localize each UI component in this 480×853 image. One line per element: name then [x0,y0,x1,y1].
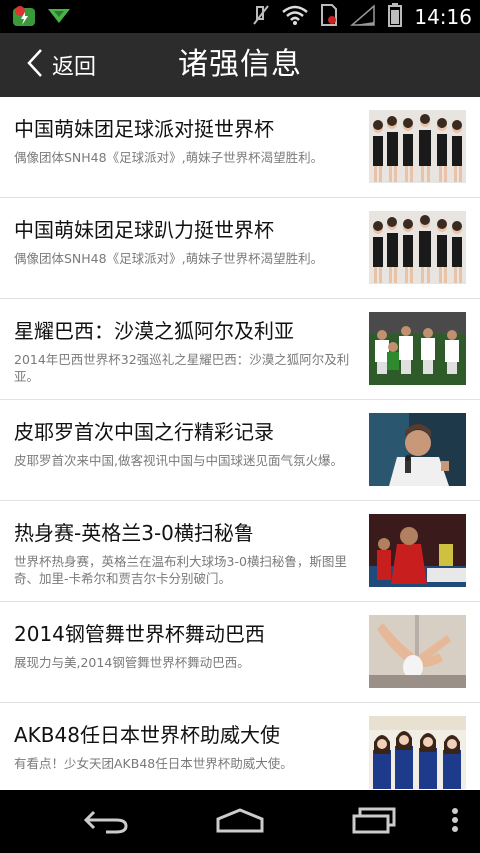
news-list[interactable]: 中国萌妹团足球派对挺世界杯 偶像团体SNH48《足球派对》,萌妹子世界杯渴望胜利… [0,97,480,790]
mute-icon [252,4,270,30]
more-vertical-icon [451,807,459,837]
news-description: 展现力与美,2014钢管舞世界杯舞动巴西。 [14,655,250,670]
clock: 14:16 [414,4,472,29]
wifi-icon [282,5,309,29]
nav-home-button[interactable] [204,790,276,853]
status-right-icons: 14:16 [252,0,472,33]
news-thumbnail[interactable] [369,716,466,789]
battery-icon [388,2,403,31]
news-description: 皮耶罗首次来中国,做客视讯中国与中国球迷见面气氛火爆。 [14,453,343,468]
news-title: 中国萌妹团足球派对挺世界杯 [14,117,274,141]
news-thumbnail[interactable] [369,615,466,688]
status-left-icons [12,5,72,31]
news-item[interactable]: 中国萌妹团足球趴力挺世界杯 偶像团体SNH48《足球派对》,萌妹子世界杯渴望胜利… [0,198,480,299]
news-item[interactable]: 2014钢管舞世界杯舞动巴西 展现力与美,2014钢管舞世界杯舞动巴西。 [0,602,480,703]
status-bar: 14:16 [0,0,480,33]
news-title: AKB48任日本世界杯助威大使 [14,723,280,747]
news-thumbnail[interactable] [369,413,466,486]
news-title: 中国萌妹团足球趴力挺世界杯 [14,218,274,242]
sim-icon [320,3,338,31]
news-item[interactable]: 星耀巴西：沙漠之狐阿尔及利亚 2014年巴西世界杯32强巡礼之星耀巴西：沙漠之狐… [0,299,480,400]
news-title: 2014钢管舞世界杯舞动巴西 [14,622,265,646]
news-description: 世界杯热身赛，英格兰在温布利大球场3-0横扫秘鲁，斯图里奇、加里-卡希尔和贾吉尔… [14,554,347,586]
news-title: 热身赛-英格兰3-0横扫秘鲁 [14,521,254,545]
nav-menu-button[interactable] [440,790,470,853]
news-description: 偶像团体SNH48《足球派对》,萌妹子世界杯渴望胜利。 [14,251,324,266]
home-icon [215,807,265,837]
news-title: 星耀巴西：沙漠之狐阿尔及利亚 [14,319,294,343]
app-icon [12,5,36,31]
news-item[interactable]: 皮耶罗首次中国之行精彩记录 皮耶罗首次来中国,做客视讯中国与中国球迷见面气氛火爆… [0,400,480,501]
nav-recent-apps-button[interactable] [338,790,410,853]
news-description: 偶像团体SNH48《足球派对》,萌妹子世界杯渴望胜利。 [14,150,324,165]
back-icon [82,806,130,838]
back-button[interactable]: 返回 [26,33,96,97]
news-thumbnail[interactable] [369,514,466,587]
navigation-bar [0,790,480,853]
news-item[interactable]: AKB48任日本世界杯助威大使 有看点！少女天团AKB48任日本世界杯助威大使。 [0,703,480,790]
news-thumbnail[interactable] [369,211,466,284]
news-description: 有看点！少女天团AKB48任日本世界杯助威大使。 [14,756,293,771]
news-description: 2014年巴西世界杯32强巡礼之星耀巴西：沙漠之狐阿尔及利亚。 [14,352,350,384]
news-item[interactable]: 中国萌妹团足球派对挺世界杯 偶像团体SNH48《足球派对》,萌妹子世界杯渴望胜利… [0,97,480,198]
recent-apps-icon [350,806,398,838]
news-thumbnail[interactable] [369,312,466,385]
signal-icon [350,3,376,30]
nav-back-button[interactable] [70,790,142,853]
notification-icon [46,7,72,29]
title-bar: 诸强信息 返回 [0,33,480,98]
news-title: 皮耶罗首次中国之行精彩记录 [14,420,274,444]
back-label: 返回 [52,55,97,80]
back-arrow-icon [26,48,44,82]
news-item[interactable]: 热身赛-英格兰3-0横扫秘鲁 世界杯热身赛，英格兰在温布利大球场3-0横扫秘鲁，… [0,501,480,602]
news-thumbnail[interactable] [369,110,466,183]
